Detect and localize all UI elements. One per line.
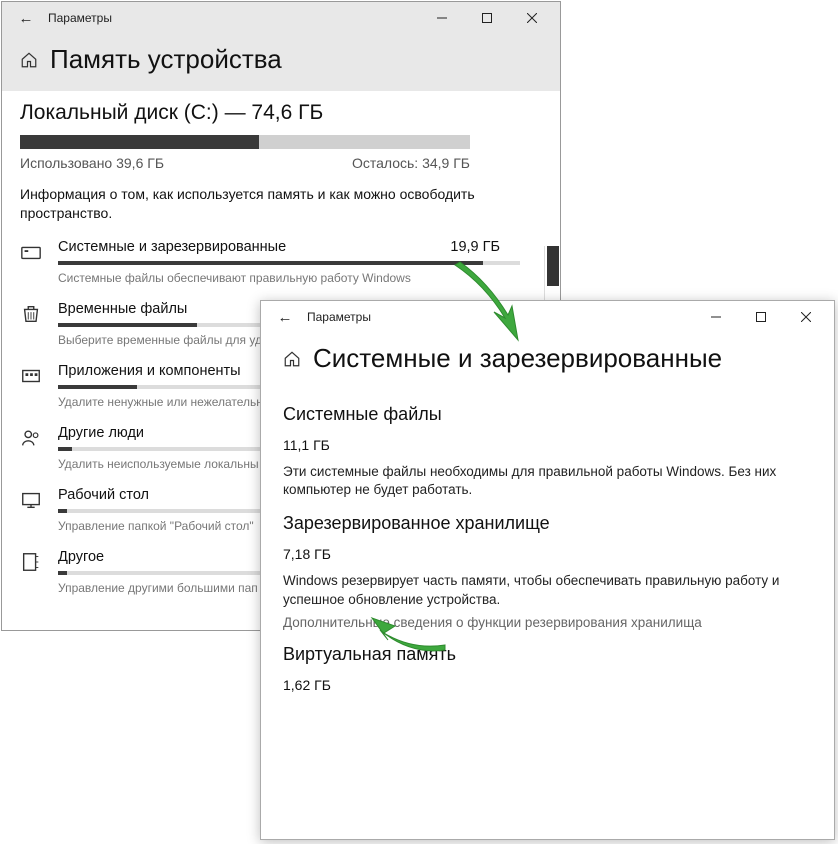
category-icon bbox=[20, 427, 42, 454]
used-label: Использовано 39,6 ГБ bbox=[20, 155, 164, 171]
storage-section: Зарезервированное хранилище 7,18 ГБ Window… bbox=[283, 513, 812, 629]
category-icon bbox=[20, 241, 42, 268]
close-button[interactable] bbox=[783, 301, 828, 333]
category-icon bbox=[20, 303, 42, 330]
free-label: Осталось: 34,9 ГБ bbox=[352, 155, 470, 171]
disk-usage-bar bbox=[20, 135, 470, 149]
category-name: Приложения и компоненты bbox=[58, 363, 241, 379]
section-desc: Windows резервирует часть памяти, чтобы … bbox=[283, 572, 803, 608]
section-title: Виртуальная память bbox=[283, 644, 812, 665]
settings-window-system-reserved: ← Параметры Системные и зарезервированны… bbox=[260, 300, 835, 840]
category-icon bbox=[20, 489, 42, 516]
category-desc: Системные файлы обеспечивают правильную … bbox=[58, 271, 520, 285]
category-size: 19,9 ГБ bbox=[450, 239, 520, 255]
category-icon bbox=[20, 365, 42, 392]
page-title: Системные и зарезервированные bbox=[313, 343, 722, 374]
category-name: Другие люди bbox=[58, 425, 144, 441]
section-value: 7,18 ГБ bbox=[283, 546, 812, 562]
minimize-button[interactable] bbox=[419, 2, 464, 34]
storage-section: Системные файлы 11,1 ГБ Эти системные файл… bbox=[283, 404, 812, 499]
category-bar bbox=[58, 261, 520, 265]
section-value: 11,1 ГБ bbox=[283, 437, 812, 453]
scrollbar[interactable] bbox=[544, 246, 560, 306]
window-title: Параметры bbox=[48, 11, 112, 25]
category-name: Другое bbox=[58, 549, 104, 565]
window-title: Параметры bbox=[307, 310, 371, 324]
section-title: Зарезервированное хранилище bbox=[283, 513, 812, 534]
info-text: Информация о том, как используется памят… bbox=[20, 185, 480, 223]
back-icon[interactable]: ← bbox=[273, 309, 297, 326]
page-header: Память устройства bbox=[2, 34, 560, 91]
category-name: Системные и зарезервированные bbox=[58, 239, 286, 255]
section-desc: Эти системные файлы необходимы для прави… bbox=[283, 463, 803, 499]
category-name: Рабочий стол bbox=[58, 487, 149, 503]
minimize-button[interactable] bbox=[693, 301, 738, 333]
titlebar[interactable]: ← Параметры bbox=[2, 2, 560, 34]
maximize-button[interactable] bbox=[738, 301, 783, 333]
section-title: Системные файлы bbox=[283, 404, 812, 425]
category-name: Временные файлы bbox=[58, 301, 187, 317]
category-icon bbox=[20, 551, 42, 578]
page-title: Память устройства bbox=[50, 44, 282, 75]
page-header: Системные и зарезервированные bbox=[261, 333, 834, 384]
home-icon[interactable] bbox=[20, 51, 38, 69]
close-button[interactable] bbox=[509, 2, 554, 34]
titlebar[interactable]: ← Параметры bbox=[261, 301, 834, 333]
home-icon[interactable] bbox=[283, 350, 301, 368]
disk-heading: Локальный диск (C:) — 74,6 ГБ bbox=[20, 101, 542, 125]
back-icon[interactable]: ← bbox=[14, 10, 38, 27]
storage-category[interactable]: Системные и зарезервированные 19,9 ГБ Сист… bbox=[20, 239, 520, 285]
section-link[interactable]: Дополнительные сведения о функции резерв… bbox=[283, 615, 812, 630]
maximize-button[interactable] bbox=[464, 2, 509, 34]
scrollbar-thumb[interactable] bbox=[547, 246, 559, 286]
storage-section: Виртуальная память 1,62 ГБ bbox=[283, 644, 812, 693]
section-value: 1,62 ГБ bbox=[283, 677, 812, 693]
